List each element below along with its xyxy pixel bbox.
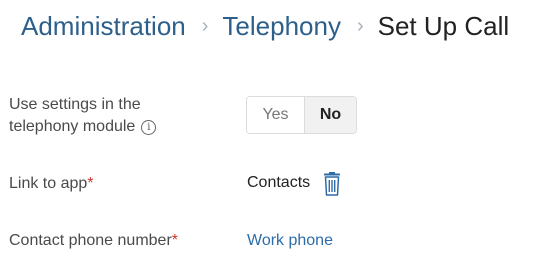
use-settings-toggle: Yes No	[246, 96, 357, 134]
contact-phone-value-link[interactable]: Work phone	[247, 230, 333, 252]
info-circle-icon[interactable]: i	[141, 120, 157, 135]
toggle-option-yes[interactable]: Yes	[247, 97, 304, 133]
breadcrumb-telephony[interactable]: Telephony	[222, 8, 341, 44]
toggle-option-no[interactable]: No	[304, 97, 356, 133]
trash-icon[interactable]	[321, 172, 343, 196]
linked-app-value: Contacts	[247, 174, 311, 191]
page-title: Set Up Call	[377, 11, 510, 41]
contact-phone-label-text: Contact phone number	[9, 232, 172, 249]
use-settings-label-line2-row: telephony module i	[9, 116, 157, 138]
chevron-right-icon: ›	[201, 15, 209, 37]
link-to-app-label: Link to app*	[9, 173, 94, 195]
contact-phone-label: Contact phone number*	[9, 230, 178, 252]
use-settings-label: Use settings in the telephony module i	[9, 94, 157, 138]
breadcrumb-administration[interactable]: Administration	[21, 8, 186, 44]
chevron-right-icon: ›	[356, 15, 364, 37]
use-settings-label-line2: telephony module	[9, 118, 136, 135]
use-settings-label-line1: Use settings in the	[9, 96, 141, 113]
required-mark: *	[87, 175, 94, 192]
required-mark: *	[171, 232, 179, 249]
breadcrumb: Administration › Telephony › Set Up Call	[21, 8, 509, 44]
link-to-app-label-text: Link to app	[9, 175, 88, 192]
